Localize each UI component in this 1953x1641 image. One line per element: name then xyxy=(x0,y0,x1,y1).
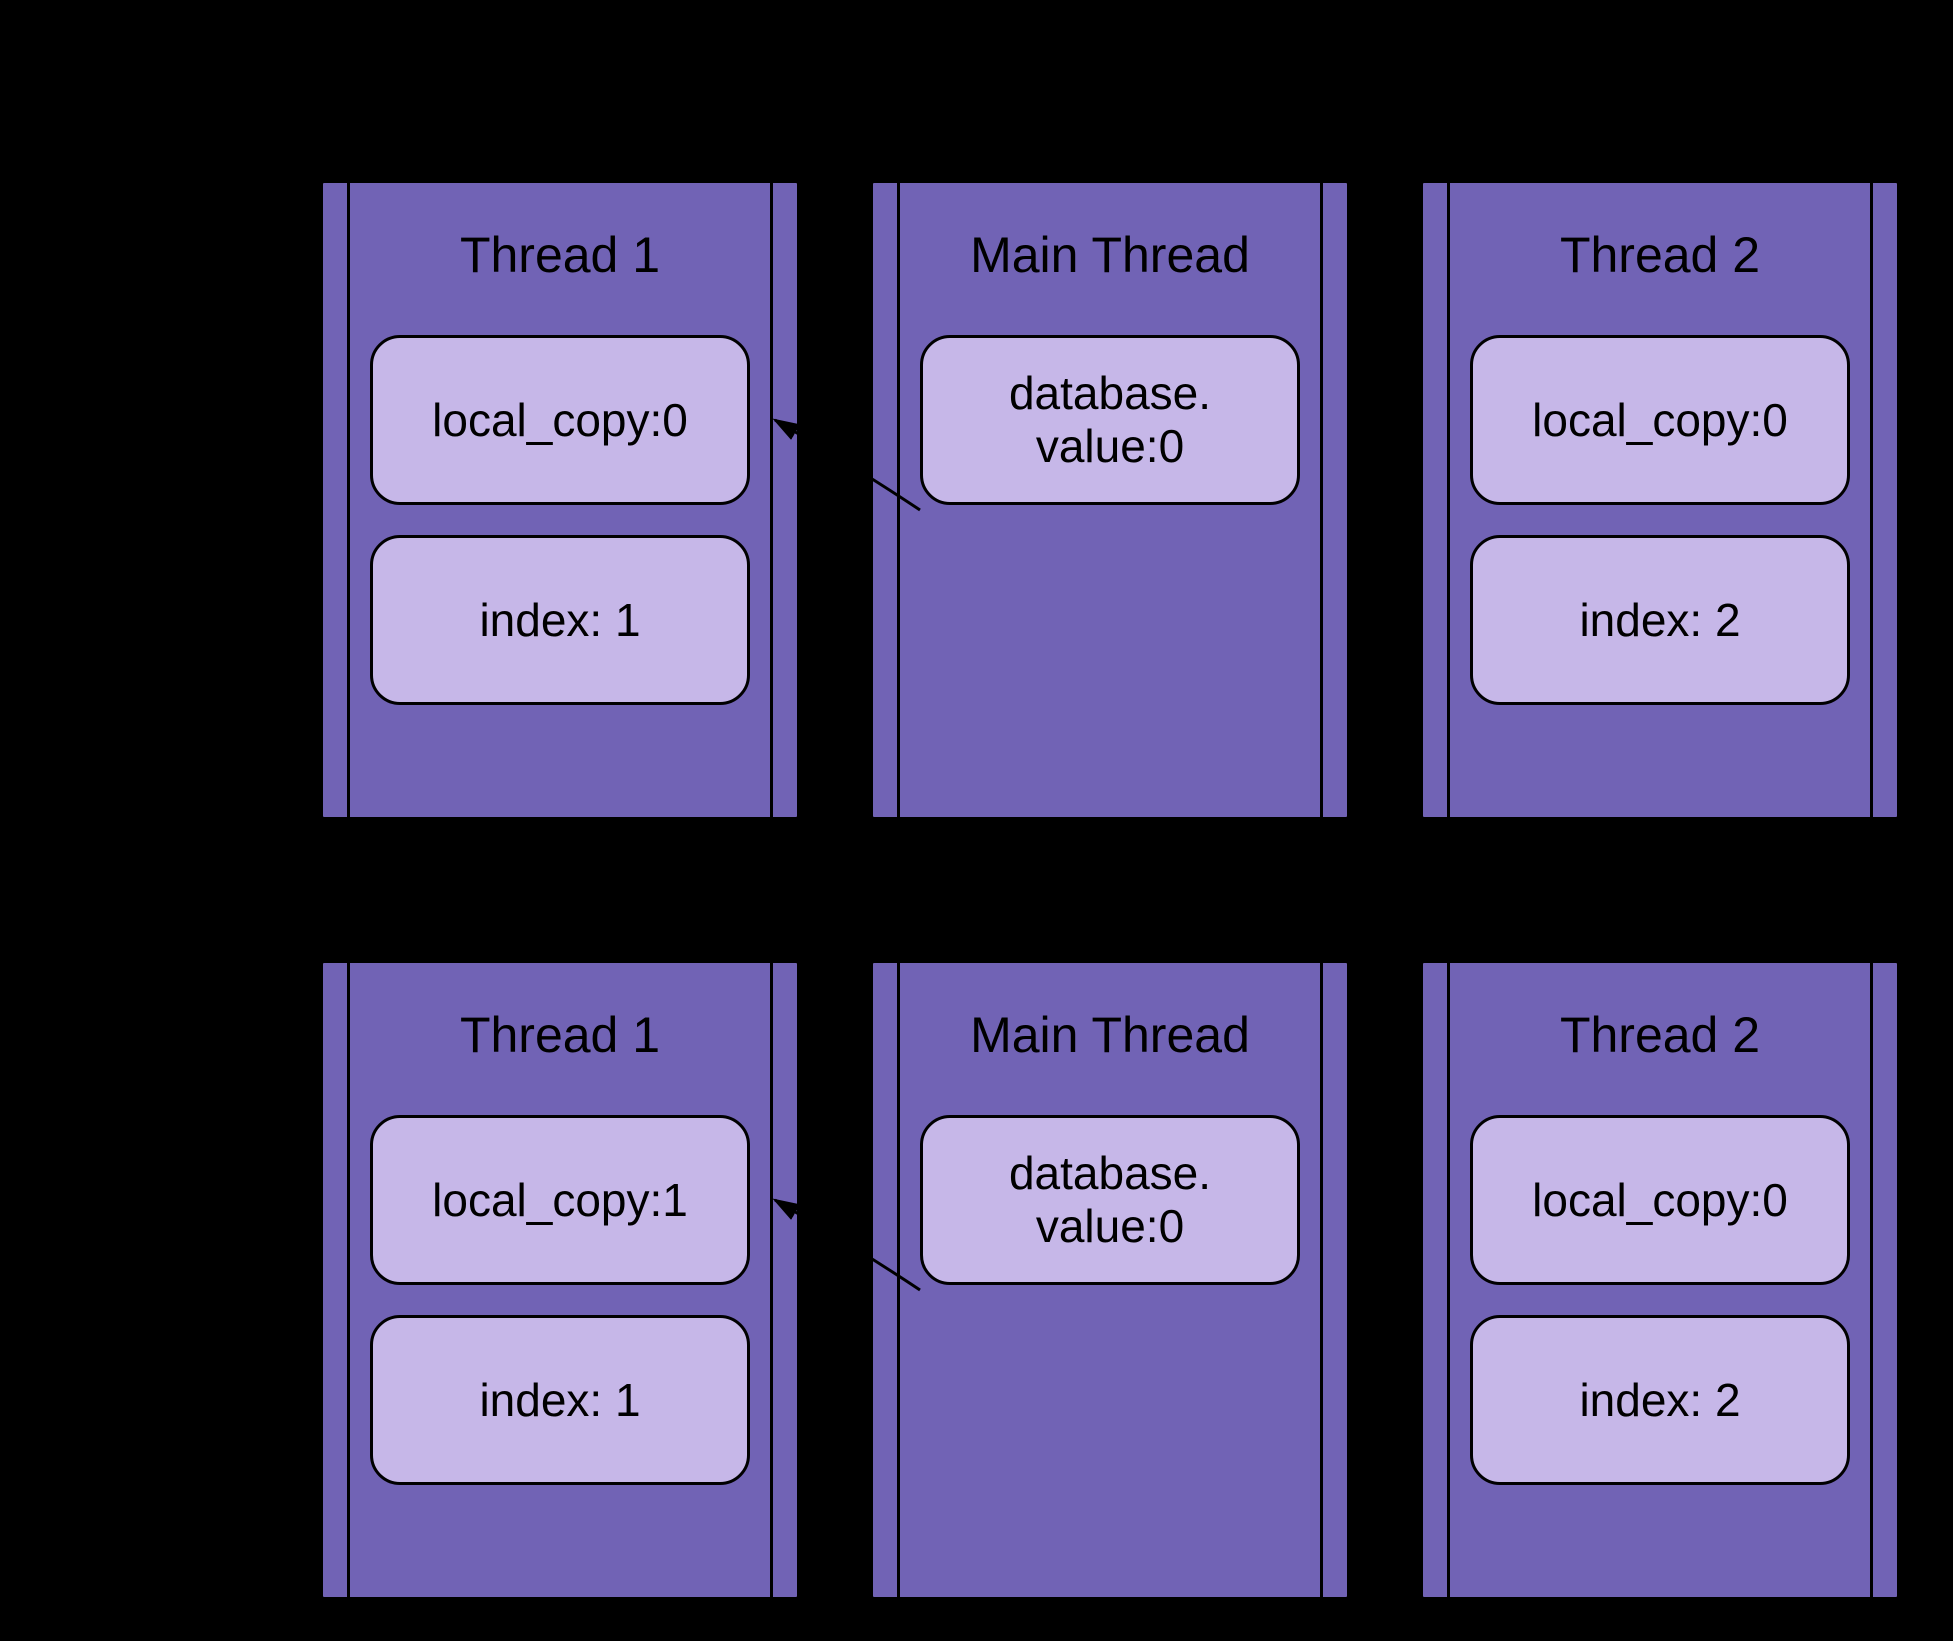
thread-2-box: Thread 2 local_copy:0 index: 2 xyxy=(1420,960,1900,1600)
thread-title: Main Thread xyxy=(897,195,1323,315)
rail xyxy=(770,183,773,817)
thread-title: Thread 2 xyxy=(1447,195,1873,315)
index-box: index: 2 xyxy=(1470,1315,1850,1485)
thread-title: Thread 2 xyxy=(1447,975,1873,1095)
rail xyxy=(770,963,773,1597)
local-copy-box: local_copy:0 xyxy=(1470,335,1850,505)
diagram-row-1: Thread 1 local_copy:0 index: 1 Main Thre… xyxy=(320,180,1900,820)
rail xyxy=(1870,183,1873,817)
rail xyxy=(897,963,900,1597)
rail xyxy=(1320,963,1323,1597)
rail xyxy=(1447,183,1450,817)
rail xyxy=(347,963,350,1597)
main-thread-box: Main Thread database.value:0 xyxy=(870,180,1350,820)
index-box: index: 2 xyxy=(1470,535,1850,705)
local-copy-box: local_copy:0 xyxy=(370,335,750,505)
thread-1-box: Thread 1 local_copy:0 index: 1 xyxy=(320,180,800,820)
index-box: index: 1 xyxy=(370,535,750,705)
index-box: index: 1 xyxy=(370,1315,750,1485)
database-value-box: database.value:0 xyxy=(920,335,1300,505)
thread-title: Thread 1 xyxy=(347,195,773,315)
main-thread-box: Main Thread database.value:0 xyxy=(870,960,1350,1600)
thread-2-box: Thread 2 local_copy:0 index: 2 xyxy=(1420,180,1900,820)
local-copy-box: local_copy:0 xyxy=(1470,1115,1850,1285)
thread-title: Thread 1 xyxy=(347,975,773,1095)
rail xyxy=(897,183,900,817)
thread-title: Main Thread xyxy=(897,975,1323,1095)
local-copy-box: local_copy:1 xyxy=(370,1115,750,1285)
rail xyxy=(1320,183,1323,817)
diagram-row-2: Thread 1 local_copy:1 index: 1 Main Thre… xyxy=(320,960,1900,1600)
database-value-box: database.value:0 xyxy=(920,1115,1300,1285)
rail xyxy=(1870,963,1873,1597)
rail xyxy=(347,183,350,817)
thread-1-box: Thread 1 local_copy:1 index: 1 xyxy=(320,960,800,1600)
rail xyxy=(1447,963,1450,1597)
